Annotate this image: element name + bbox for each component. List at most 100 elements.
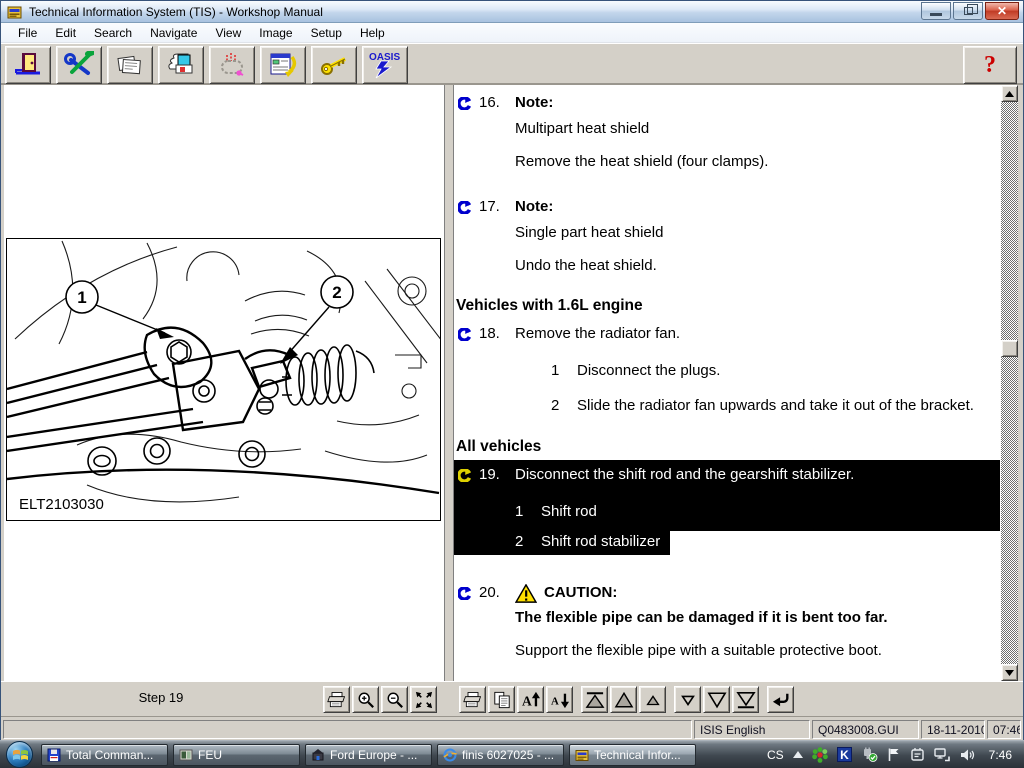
step-marker-icon-selected — [458, 469, 471, 482]
step-19-highlight[interactable]: 19. Disconnect the shift rod and the gea… — [454, 460, 1000, 531]
scroll-down-icon — [1005, 670, 1014, 676]
close-button[interactable]: ✕ — [985, 2, 1019, 20]
documents-button[interactable] — [107, 46, 153, 84]
status-bar: ISIS English Q0483008.GUI 18-11-2010 07:… — [1, 716, 1023, 741]
exit-door-icon — [13, 51, 43, 79]
font-increase-icon: A — [521, 691, 541, 709]
taskbar-item-total-commander[interactable]: Total Comman... — [41, 744, 168, 766]
oasis-button[interactable]: OASIS — [362, 46, 408, 84]
panel-divider[interactable] — [444, 85, 454, 681]
font-larger-button[interactable]: A — [517, 686, 544, 713]
start-button[interactable] — [6, 741, 33, 768]
status-date: 18-11-2010 — [921, 720, 985, 739]
main-toolbar: OASIS ? — [1, 43, 1023, 85]
text-scrollbar[interactable] — [1001, 85, 1018, 681]
print-text-button[interactable] — [459, 686, 486, 713]
menu-help[interactable]: Help — [351, 24, 394, 42]
action-center-flag-icon[interactable] — [887, 747, 901, 762]
step-marker-icon — [458, 587, 471, 600]
fit-arrows-icon — [415, 691, 433, 709]
print-stack-button[interactable] — [158, 46, 204, 84]
taskbar-item-tis-active[interactable]: Technical Infor... — [569, 744, 696, 766]
step-18-sub1-number: 1 — [551, 361, 577, 381]
network-icon[interactable] — [934, 748, 951, 762]
show-hidden-icons-button[interactable] — [793, 751, 803, 758]
previous-step-button[interactable] — [610, 686, 637, 713]
status-message-cell — [3, 720, 692, 739]
step-17-line2: Undo the heat shield. — [515, 256, 1004, 276]
go-first-step-button[interactable] — [581, 686, 608, 713]
callout-2-label: 2 — [332, 283, 341, 302]
access-key-button[interactable] — [311, 46, 357, 84]
step-20-row: 20. CAUTION: The flexible pipe can be da… — [456, 583, 1004, 661]
process-loop-button[interactable] — [209, 46, 255, 84]
first-step-icon — [585, 691, 605, 709]
system-tray: CS K 7:46 — [767, 747, 1018, 763]
font-smaller-button[interactable]: A — [546, 686, 573, 713]
menu-file[interactable]: File — [9, 24, 46, 42]
work-area: 1 2 ELT2103030 16. Note: — [1, 85, 1023, 681]
tools-button[interactable] — [56, 46, 102, 84]
taskbar-item-label: FEU — [198, 748, 222, 762]
menu-view[interactable]: View — [206, 24, 250, 42]
step-16-row: 16. Note: Multipart heat shield Remove t… — [456, 93, 1004, 172]
help-button[interactable]: ? — [963, 46, 1017, 84]
step-marker-icon — [458, 328, 471, 341]
image-controls-group — [323, 686, 439, 713]
menu-image[interactable]: Image — [250, 24, 301, 42]
step-18-sub2-text: Slide the radiator fan upwards and take … — [577, 396, 974, 416]
icq-flower-icon[interactable] — [812, 747, 828, 763]
taskbar-item-feu[interactable]: FEU — [173, 744, 300, 766]
menu-edit[interactable]: Edit — [46, 24, 85, 42]
return-arrow-icon — [771, 691, 791, 709]
taskbar-item-ford-europe[interactable]: Ford Europe - ... — [305, 744, 432, 766]
go-last-step-button[interactable] — [732, 686, 759, 713]
zoom-out-button[interactable] — [381, 686, 408, 713]
fit-to-window-button[interactable] — [410, 686, 437, 713]
ford-europe-icon — [311, 748, 325, 762]
printer-icon — [327, 691, 347, 709]
scrollbar-thumb[interactable] — [1001, 340, 1018, 357]
copy-button[interactable] — [488, 686, 515, 713]
volume-icon[interactable] — [960, 748, 976, 762]
next-step-button[interactable] — [703, 686, 730, 713]
taskbar-item-label: Technical Infor... — [594, 748, 681, 762]
scroll-up-button[interactable] — [1001, 85, 1018, 102]
exit-button[interactable] — [5, 46, 51, 84]
heading-all-vehicles: All vehicles — [456, 437, 1004, 457]
status-time: 07:46 — [987, 720, 1021, 739]
restore-button[interactable] — [953, 2, 983, 20]
zoom-in-icon — [357, 691, 375, 709]
back-button[interactable] — [767, 686, 794, 713]
menu-navigate[interactable]: Navigate — [141, 24, 206, 42]
step-19-highlight-partial[interactable]: 2 Shift rod stabilizer — [454, 531, 670, 555]
status-language: ISIS English — [694, 720, 810, 739]
zoom-in-button[interactable] — [352, 686, 379, 713]
next-substep-button[interactable] — [674, 686, 701, 713]
minimize-button[interactable] — [921, 2, 951, 20]
process-loop-icon — [217, 51, 247, 79]
step-marker-icon — [458, 97, 471, 110]
taskbar-item-finis[interactable]: finis 6027025 - ... — [437, 744, 564, 766]
feu-app-icon — [179, 748, 193, 762]
scroll-down-button[interactable] — [1001, 664, 1018, 681]
step-indicator: Step 19 — [1, 690, 321, 705]
print-image-button[interactable] — [323, 686, 350, 713]
safely-remove-hardware-icon[interactable] — [861, 747, 878, 762]
taskbar-clock[interactable]: 7:46 — [989, 748, 1012, 762]
menu-search[interactable]: Search — [85, 24, 141, 42]
illustration-panel: 1 2 ELT2103030 — [4, 85, 444, 681]
step-16-title: Note: — [515, 93, 1004, 113]
windows-update-icon[interactable] — [910, 747, 925, 762]
previous-substep-button[interactable] — [639, 686, 666, 713]
step-17-line1: Single part heat shield — [515, 223, 1004, 243]
caution-text: The flexible pipe can be damaged if it i… — [515, 608, 1004, 628]
step-18-title: Remove the radiator fan. — [515, 324, 1004, 344]
step-17-title: Note: — [515, 197, 1004, 217]
taskbar: Total Comman... FEU Ford Europe - ... fi… — [0, 740, 1024, 768]
tray-language-indicator[interactable]: CS — [767, 748, 784, 762]
document-refresh-button[interactable] — [260, 46, 306, 84]
gearshift-linkage-drawing: 1 2 ELT2103030 — [7, 239, 440, 520]
kaspersky-icon[interactable]: K — [837, 747, 852, 762]
menu-setup[interactable]: Setup — [302, 24, 351, 42]
